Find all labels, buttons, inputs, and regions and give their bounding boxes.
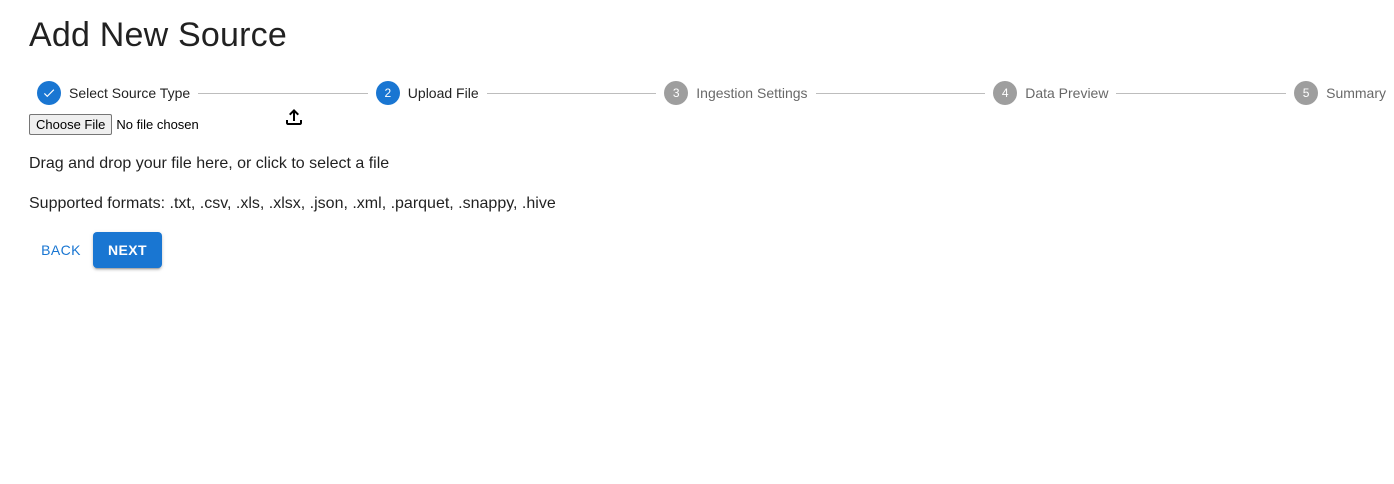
step-upload-file[interactable]: 2 Upload File — [375, 81, 479, 105]
file-status: No file chosen — [116, 117, 199, 132]
step-connector — [1116, 92, 1287, 94]
check-icon — [37, 81, 61, 105]
step-select-source-type[interactable]: Select Source Type — [37, 81, 190, 105]
choose-file-button[interactable]: Choose File — [29, 114, 113, 135]
step-number: 3 — [664, 81, 689, 105]
step-summary[interactable]: 5 Summary — [1294, 81, 1386, 105]
step-connector — [486, 92, 657, 94]
supported-formats-text: Supported formats: .txt, .csv, .xls, .xl… — [29, 195, 556, 212]
step-label: Ingestion Settings — [696, 85, 808, 101]
step-number: 4 — [993, 81, 1018, 105]
file-input[interactable]: Choose File No file chosen — [29, 114, 199, 135]
step-ingestion-settings[interactable]: 3 Ingestion Settings — [664, 81, 808, 105]
back-button[interactable]: BACK — [33, 232, 89, 268]
step-data-preview[interactable]: 4 Data Preview — [993, 81, 1108, 105]
page-title: Add New Source — [29, 16, 287, 54]
step-label: Summary — [1326, 85, 1387, 101]
step-connector — [198, 92, 368, 94]
step-number: 2 — [375, 81, 400, 105]
step-number: 5 — [1294, 81, 1319, 105]
step-connector — [815, 92, 986, 94]
drag-drop-hint: Drag and drop your file here, or click t… — [29, 155, 390, 172]
stepper: Select Source Type 2 Upload File 3 Inges… — [37, 80, 1386, 106]
next-button[interactable]: NEXT — [93, 232, 162, 268]
step-label: Upload File — [407, 85, 479, 101]
upload-icon[interactable] — [282, 105, 306, 129]
step-label: Data Preview — [1025, 85, 1109, 101]
step-label: Select Source Type — [69, 85, 191, 101]
